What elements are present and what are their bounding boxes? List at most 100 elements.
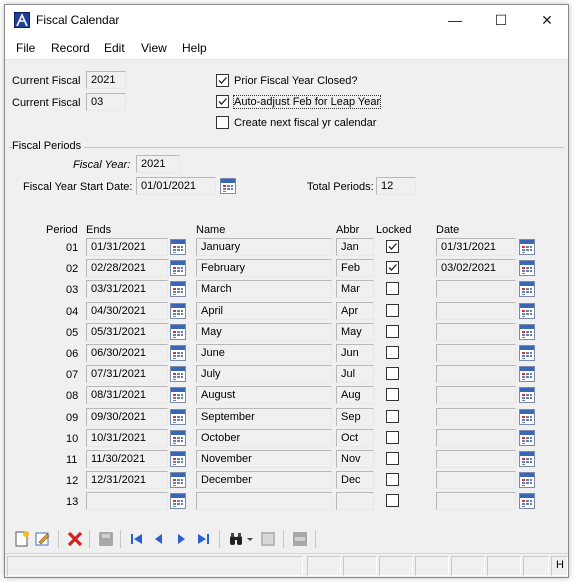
period-locked-checkbox[interactable]	[386, 240, 399, 253]
period-ends-calendar-icon[interactable]	[170, 239, 186, 255]
period-locked-checkbox[interactable]	[386, 304, 399, 317]
menu-record[interactable]: Record	[51, 41, 90, 55]
period-abbr-field[interactable]: Nov	[336, 450, 374, 468]
period-locked-date-field[interactable]	[436, 471, 516, 489]
period-abbr-field[interactable]: Jan	[336, 238, 374, 256]
period-abbr-field[interactable]: Dec	[336, 471, 374, 489]
prior-year-closed-checkbox[interactable]	[216, 74, 229, 87]
period-ends-field[interactable]: 07/31/2021	[86, 365, 168, 383]
current-fiscal-year-field[interactable]: 2021	[86, 71, 126, 89]
period-locked-date-field[interactable]: 03/02/2021	[436, 259, 516, 277]
period-locked-checkbox[interactable]	[386, 431, 399, 444]
menu-edit[interactable]: Edit	[104, 41, 125, 55]
period-locked-checkbox[interactable]	[386, 473, 399, 486]
period-abbr-field[interactable]: Oct	[336, 429, 374, 447]
period-ends-field[interactable]: 01/31/2021	[86, 238, 168, 256]
dropdown-arrow-icon[interactable]	[245, 530, 255, 548]
options-icon[interactable]	[291, 530, 309, 548]
period-ends-calendar-icon[interactable]	[170, 430, 186, 446]
period-abbr-field[interactable]: Feb	[336, 259, 374, 277]
period-date-calendar-icon[interactable]	[519, 345, 535, 361]
start-date-calendar-icon[interactable]	[220, 178, 236, 194]
find-icon[interactable]	[227, 530, 245, 548]
period-date-calendar-icon[interactable]	[519, 366, 535, 382]
menu-view[interactable]: View	[141, 41, 167, 55]
period-ends-field[interactable]: 08/31/2021	[86, 386, 168, 404]
period-ends-calendar-icon[interactable]	[170, 493, 186, 509]
period-name-field[interactable]: November	[196, 450, 332, 468]
edit-record-icon[interactable]	[34, 530, 52, 548]
period-locked-checkbox[interactable]	[386, 494, 399, 507]
create-next-calendar-checkbox[interactable]	[216, 116, 229, 129]
first-record-icon[interactable]	[128, 530, 146, 548]
period-ends-field[interactable]: 03/31/2021	[86, 280, 168, 298]
period-name-field[interactable]	[196, 492, 332, 510]
period-date-calendar-icon[interactable]	[519, 493, 535, 509]
period-ends-calendar-icon[interactable]	[170, 260, 186, 276]
lookup-icon[interactable]	[259, 530, 277, 548]
period-locked-checkbox[interactable]	[386, 452, 399, 465]
period-locked-date-field[interactable]	[436, 365, 516, 383]
period-locked-date-field[interactable]	[436, 280, 516, 298]
period-abbr-field[interactable]	[336, 492, 374, 510]
period-date-calendar-icon[interactable]	[519, 281, 535, 297]
period-ends-calendar-icon[interactable]	[170, 345, 186, 361]
period-abbr-field[interactable]: Apr	[336, 302, 374, 320]
period-ends-field[interactable]: 06/30/2021	[86, 344, 168, 362]
period-locked-checkbox[interactable]	[386, 282, 399, 295]
period-locked-date-field[interactable]	[436, 386, 516, 404]
period-abbr-field[interactable]: Mar	[336, 280, 374, 298]
period-ends-field[interactable]: 05/31/2021	[86, 323, 168, 341]
period-name-field[interactable]: July	[196, 365, 332, 383]
previous-record-icon[interactable]	[150, 530, 168, 548]
period-locked-checkbox[interactable]	[386, 261, 399, 274]
start-date-field[interactable]: 01/01/2021	[136, 177, 216, 195]
menu-help[interactable]: Help	[182, 41, 207, 55]
period-ends-field[interactable]: 04/30/2021	[86, 302, 168, 320]
period-abbr-field[interactable]: Aug	[336, 386, 374, 404]
period-ends-field[interactable]: 12/31/2021	[86, 471, 168, 489]
period-name-field[interactable]: August	[196, 386, 332, 404]
period-ends-calendar-icon[interactable]	[170, 281, 186, 297]
menu-file[interactable]: File	[16, 41, 35, 55]
period-locked-checkbox[interactable]	[386, 325, 399, 338]
next-record-icon[interactable]	[172, 530, 190, 548]
period-ends-field[interactable]: 11/30/2021	[86, 450, 168, 468]
period-name-field[interactable]: March	[196, 280, 332, 298]
period-name-field[interactable]: April	[196, 302, 332, 320]
period-name-field[interactable]: June	[196, 344, 332, 362]
auto-adjust-feb-checkbox[interactable]	[216, 95, 229, 108]
period-date-calendar-icon[interactable]	[519, 260, 535, 276]
period-ends-calendar-icon[interactable]	[170, 409, 186, 425]
period-name-field[interactable]: February	[196, 259, 332, 277]
period-ends-calendar-icon[interactable]	[170, 387, 186, 403]
period-locked-date-field[interactable]	[436, 429, 516, 447]
period-locked-checkbox[interactable]	[386, 388, 399, 401]
period-ends-calendar-icon[interactable]	[170, 366, 186, 382]
minimize-button[interactable]: —	[432, 5, 478, 36]
period-abbr-field[interactable]: May	[336, 323, 374, 341]
period-ends-calendar-icon[interactable]	[170, 303, 186, 319]
period-name-field[interactable]: October	[196, 429, 332, 447]
period-name-field[interactable]: December	[196, 471, 332, 489]
period-abbr-field[interactable]: Sep	[336, 408, 374, 426]
period-locked-checkbox[interactable]	[386, 346, 399, 359]
period-date-calendar-icon[interactable]	[519, 303, 535, 319]
period-name-field[interactable]: September	[196, 408, 332, 426]
period-date-calendar-icon[interactable]	[519, 472, 535, 488]
period-date-calendar-icon[interactable]	[519, 387, 535, 403]
period-locked-date-field[interactable]	[436, 492, 516, 510]
close-button[interactable]: ✕	[524, 5, 568, 36]
new-record-icon[interactable]	[13, 530, 31, 548]
period-locked-date-field[interactable]	[436, 450, 516, 468]
period-date-calendar-icon[interactable]	[519, 451, 535, 467]
period-ends-field[interactable]: 09/30/2021	[86, 408, 168, 426]
delete-icon[interactable]	[66, 530, 84, 548]
save-icon[interactable]	[97, 530, 115, 548]
current-fiscal-period-field[interactable]: 03	[86, 93, 126, 111]
fiscal-year-field[interactable]: 2021	[136, 155, 180, 173]
period-locked-checkbox[interactable]	[386, 410, 399, 423]
period-ends-field[interactable]: 10/31/2021	[86, 429, 168, 447]
period-date-calendar-icon[interactable]	[519, 409, 535, 425]
period-date-calendar-icon[interactable]	[519, 324, 535, 340]
